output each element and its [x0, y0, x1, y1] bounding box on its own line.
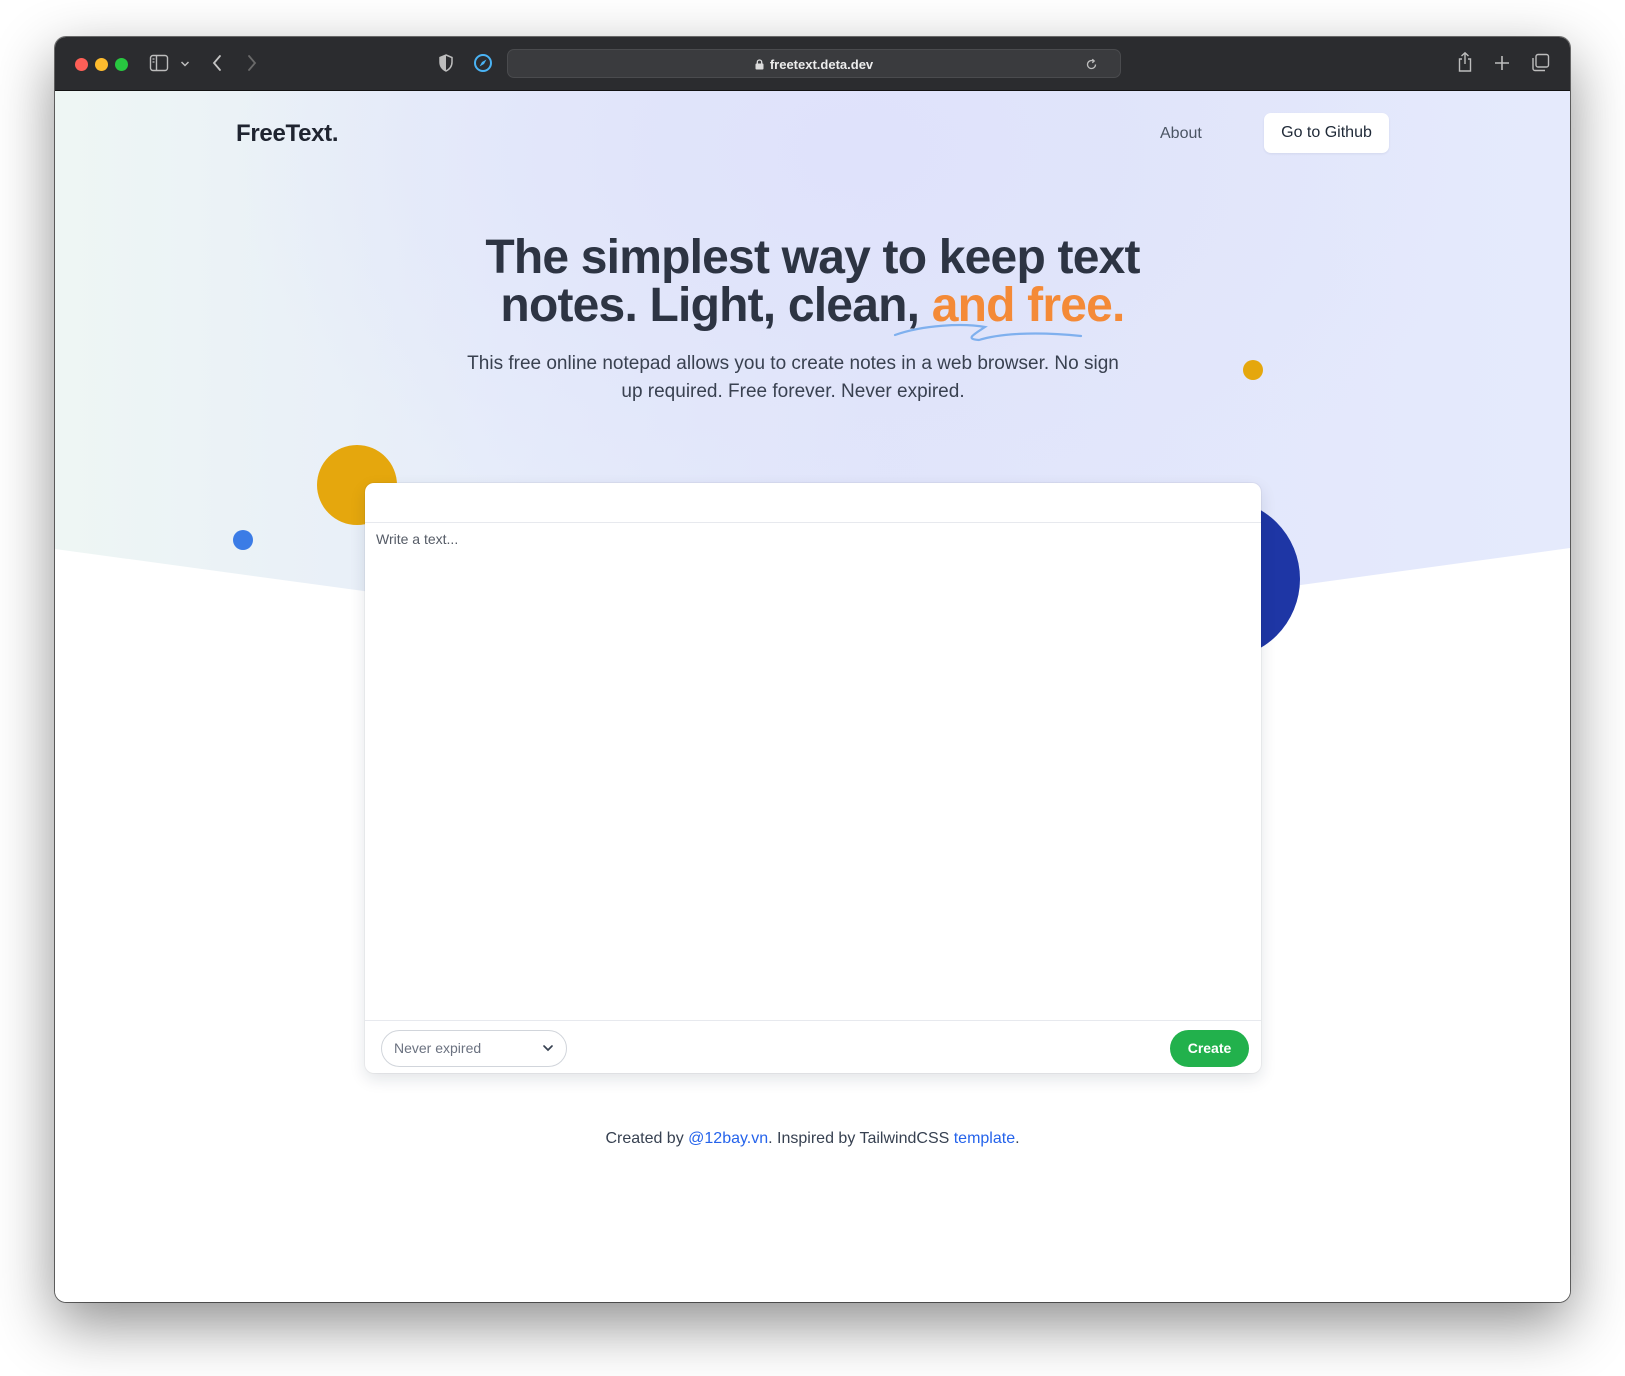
chevron-down-icon[interactable] — [180, 60, 190, 68]
browser-window: freetext.deta.dev FreeText. About Go to … — [55, 37, 1570, 1302]
create-button[interactable]: Create — [1170, 1030, 1249, 1067]
editor-footer: Never expired Create — [365, 1020, 1261, 1073]
minimize-window-button[interactable] — [95, 58, 108, 71]
tabs-overview-icon[interactable] — [1531, 53, 1550, 72]
shield-icon[interactable] — [438, 53, 454, 73]
site-logo[interactable]: FreeText. — [236, 120, 339, 148]
reload-icon[interactable] — [1085, 58, 1098, 71]
close-window-button[interactable] — [75, 58, 88, 71]
back-icon[interactable] — [211, 53, 223, 73]
hero-headline: The simplest way to keep text notes. Lig… — [55, 234, 1570, 330]
hero-subtitle: This free online notepad allows you to c… — [467, 353, 1119, 402]
headline-line-2-prefix: notes. Light, clean, — [500, 279, 932, 332]
editor-top-bar — [365, 483, 1261, 523]
new-tab-icon[interactable] — [1494, 55, 1510, 71]
expiry-select[interactable]: Never expired — [381, 1030, 567, 1067]
author-link[interactable]: @12bay.vn — [688, 1130, 768, 1147]
footer-middle: . Inspired by TailwindCSS — [768, 1130, 954, 1147]
share-icon[interactable] — [1457, 51, 1473, 73]
address-bar[interactable]: freetext.deta.dev — [507, 49, 1121, 78]
expiry-select-value: Never expired — [394, 1040, 482, 1056]
go-to-github-button[interactable]: Go to Github — [1264, 113, 1389, 153]
decorative-circle-gold-small — [1243, 360, 1263, 380]
headline-line-1: The simplest way to keep text — [485, 231, 1140, 284]
note-editor-card: Never expired Create — [365, 483, 1261, 1073]
chevron-down-icon — [543, 1045, 553, 1052]
lock-icon — [755, 59, 764, 70]
browser-toolbar: freetext.deta.dev — [55, 37, 1570, 91]
headline-line-2: notes. Light, clean, and free. — [55, 282, 1570, 330]
footer-credit: Created by @12bay.vn. Inspired by Tailwi… — [55, 1130, 1570, 1148]
url-text: freetext.deta.dev — [769, 57, 874, 72]
url-display: freetext.deta.dev — [508, 57, 1120, 72]
scribble-underline — [893, 323, 1083, 342]
compass-icon[interactable] — [473, 53, 493, 73]
template-link[interactable]: template — [954, 1130, 1015, 1147]
decorative-circle-blue — [233, 530, 253, 550]
footer-suffix: . — [1015, 1130, 1020, 1147]
forward-icon[interactable] — [246, 53, 258, 73]
note-text-input[interactable] — [365, 523, 1261, 1020]
sidebar-icon[interactable] — [149, 54, 169, 72]
footer-prefix: Created by — [605, 1130, 689, 1147]
zoom-window-button[interactable] — [115, 58, 128, 71]
about-link[interactable]: About — [1160, 125, 1202, 143]
page: FreeText. About Go to Github The simples… — [55, 91, 1570, 1302]
